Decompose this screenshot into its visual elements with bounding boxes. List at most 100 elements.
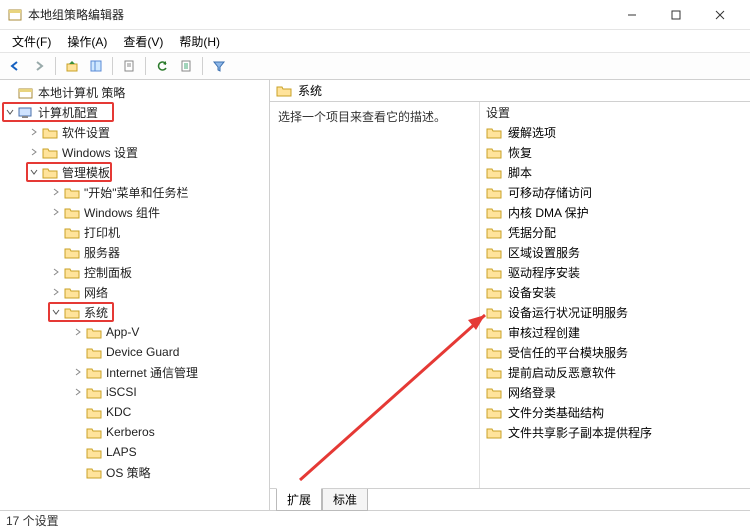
- list-item[interactable]: 受信任的平台模块服务: [480, 342, 750, 362]
- tree-label: 系统: [84, 304, 108, 321]
- content-header: 系统: [270, 80, 750, 102]
- list-item-label: 驱动程序安装: [508, 264, 580, 281]
- tree-label: iSCSI: [106, 385, 137, 399]
- items-pane[interactable]: 设置 缓解选项恢复脚本可移动存储访问内核 DMA 保护凭据分配区域设置服务驱动程…: [480, 102, 750, 488]
- list-item[interactable]: 驱动程序安装: [480, 262, 750, 282]
- list-item-label: 可移动存储访问: [508, 184, 592, 201]
- list-item[interactable]: 内核 DMA 保护: [480, 202, 750, 222]
- list-item[interactable]: 脚本: [480, 162, 750, 182]
- tree-label: LAPS: [106, 445, 137, 459]
- up-button[interactable]: [61, 55, 83, 77]
- chevron-right-icon[interactable]: [72, 326, 84, 338]
- folder-icon: [64, 186, 80, 199]
- tab-standard[interactable]: 标准: [322, 489, 368, 511]
- list-item[interactable]: 恢复: [480, 142, 750, 162]
- close-button[interactable]: [698, 0, 742, 30]
- tree-control-panel[interactable]: 控制面板: [0, 262, 269, 282]
- menu-view[interactable]: 查看(V): [115, 31, 171, 52]
- tree-system[interactable]: 系统: [0, 302, 269, 322]
- tree-kdc[interactable]: KDC: [0, 402, 269, 422]
- list-item[interactable]: 区域设置服务: [480, 242, 750, 262]
- tree-iscsi[interactable]: iSCSI: [0, 382, 269, 402]
- list-item[interactable]: 设备安装: [480, 282, 750, 302]
- chevron-down-icon[interactable]: [28, 166, 40, 178]
- column-header-settings[interactable]: 设置: [480, 104, 750, 122]
- blank-twisty: [72, 446, 84, 458]
- chevron-right-icon[interactable]: [50, 206, 62, 218]
- chevron-down-icon[interactable]: [4, 106, 16, 118]
- menu-action[interactable]: 操作(A): [59, 31, 115, 52]
- list-item[interactable]: 设备运行状况证明服务: [480, 302, 750, 322]
- tree-label: OS 策略: [106, 464, 151, 481]
- list-item-label: 内核 DMA 保护: [508, 204, 589, 221]
- folder-icon: [42, 126, 58, 139]
- export-button[interactable]: [118, 55, 140, 77]
- chevron-down-icon[interactable]: [50, 306, 62, 318]
- folder-icon: [86, 386, 102, 399]
- folder-icon: [486, 166, 502, 179]
- blank-twisty: [72, 466, 84, 478]
- folder-icon: [42, 146, 58, 159]
- list-item-label: 脚本: [508, 164, 532, 181]
- folder-icon: [486, 226, 502, 239]
- list-item[interactable]: 提前启动反恶意软件: [480, 362, 750, 382]
- filter-button[interactable]: [208, 55, 230, 77]
- tree-label: Internet 通信管理: [106, 364, 198, 381]
- blank-twisty: [72, 426, 84, 438]
- chevron-right-icon[interactable]: [72, 386, 84, 398]
- folder-icon: [486, 426, 502, 439]
- list-item[interactable]: 文件分类基础结构: [480, 402, 750, 422]
- properties-button[interactable]: [175, 55, 197, 77]
- folder-icon: [86, 406, 102, 419]
- chevron-right-icon[interactable]: [28, 126, 40, 138]
- blank-twisty: [72, 346, 84, 358]
- forward-button[interactable]: [28, 55, 50, 77]
- tab-extended[interactable]: 扩展: [276, 488, 322, 511]
- tree-windows-settings[interactable]: Windows 设置: [0, 142, 269, 162]
- tree-network[interactable]: 网络: [0, 282, 269, 302]
- list-item[interactable]: 可移动存储访问: [480, 182, 750, 202]
- tree-pane[interactable]: 本地计算机 策略 计算机配置 软件设置 Windows 设置: [0, 80, 270, 510]
- tree-label: Kerberos: [106, 425, 155, 439]
- folder-icon: [486, 326, 502, 339]
- maximize-button[interactable]: [654, 0, 698, 30]
- tree-admin-templates[interactable]: 管理模板: [0, 162, 269, 182]
- minimize-button[interactable]: [610, 0, 654, 30]
- chevron-right-icon[interactable]: [50, 186, 62, 198]
- menu-file[interactable]: 文件(F): [4, 31, 59, 52]
- folder-icon: [486, 146, 502, 159]
- list-item[interactable]: 凭据分配: [480, 222, 750, 242]
- list-item[interactable]: 网络登录: [480, 382, 750, 402]
- chevron-right-icon[interactable]: [50, 286, 62, 298]
- tree-kerberos[interactable]: Kerberos: [0, 422, 269, 442]
- tree-label: 软件设置: [62, 124, 110, 141]
- chevron-right-icon[interactable]: [50, 266, 62, 278]
- list-item[interactable]: 文件共享影子副本提供程序: [480, 422, 750, 442]
- list-item-label: 区域设置服务: [508, 244, 580, 261]
- refresh-button[interactable]: [151, 55, 173, 77]
- tree-root[interactable]: 本地计算机 策略: [0, 82, 269, 102]
- tree-start-taskbar[interactable]: "开始"菜单和任务栏: [0, 182, 269, 202]
- tree-appv[interactable]: App-V: [0, 322, 269, 342]
- tree-internet-comm[interactable]: Internet 通信管理: [0, 362, 269, 382]
- chevron-right-icon[interactable]: [72, 366, 84, 378]
- list-item[interactable]: 审核过程创建: [480, 322, 750, 342]
- show-hide-tree-button[interactable]: [85, 55, 107, 77]
- menu-help[interactable]: 帮助(H): [171, 31, 228, 52]
- back-button[interactable]: [4, 55, 26, 77]
- tree-win-components[interactable]: Windows 组件: [0, 202, 269, 222]
- computer-icon: [18, 106, 34, 119]
- tree-printers[interactable]: 打印机: [0, 222, 269, 242]
- list-item[interactable]: 缓解选项: [480, 122, 750, 142]
- chevron-right-icon[interactable]: [28, 146, 40, 158]
- main-split: 本地计算机 策略 计算机配置 软件设置 Windows 设置: [0, 80, 750, 510]
- tree-software[interactable]: 软件设置: [0, 122, 269, 142]
- tree-laps[interactable]: LAPS: [0, 442, 269, 462]
- folder-icon: [486, 186, 502, 199]
- tree-computer-config[interactable]: 计算机配置: [0, 102, 269, 122]
- tree-device-guard[interactable]: Device Guard: [0, 342, 269, 362]
- tree-os-policy[interactable]: OS 策略: [0, 462, 269, 482]
- app-icon: [8, 8, 22, 22]
- folder-icon: [86, 466, 102, 479]
- tree-servers[interactable]: 服务器: [0, 242, 269, 262]
